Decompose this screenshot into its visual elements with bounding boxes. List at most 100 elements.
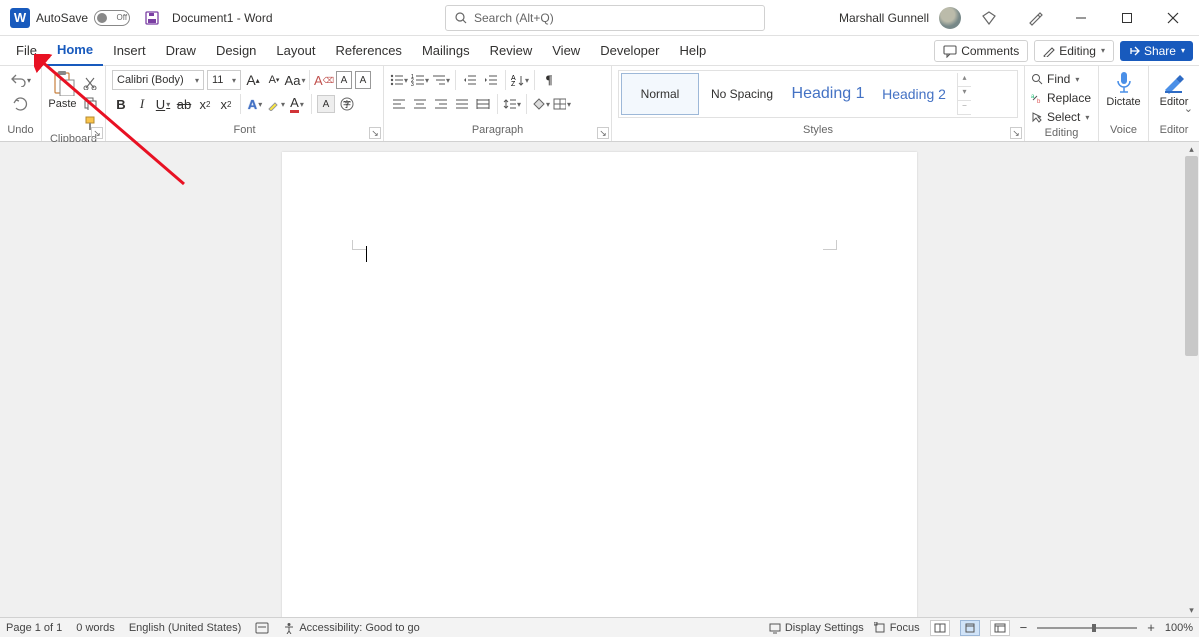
align-left-button[interactable] <box>390 95 408 113</box>
zoom-level[interactable]: 100% <box>1165 622 1193 634</box>
close-button[interactable] <box>1155 3 1191 33</box>
editing-mode-button[interactable]: Editing ▾ <box>1034 40 1114 62</box>
accessibility-status[interactable]: Accessibility: Good to go <box>283 622 419 634</box>
read-mode-button[interactable] <box>930 620 950 636</box>
style-normal[interactable]: Normal <box>621 73 699 115</box>
tab-layout[interactable]: Layout <box>266 36 325 66</box>
style-heading1[interactable]: Heading 1 <box>785 73 871 115</box>
cut-button[interactable] <box>81 74 99 92</box>
highlight-button[interactable]: ▾ <box>267 95 285 113</box>
char-shading-button[interactable]: A <box>317 95 335 113</box>
clipboard-launcher[interactable]: ↘ <box>91 127 103 139</box>
decrease-indent-button[interactable] <box>461 71 479 89</box>
tab-file[interactable]: File <box>6 36 47 66</box>
autosave-toggle[interactable]: Off <box>94 10 130 26</box>
diamond-icon[interactable] <box>971 3 1007 33</box>
subscript-button[interactable]: x2 <box>196 95 214 113</box>
char-border-button[interactable]: A <box>355 71 371 89</box>
web-layout-button[interactable] <box>990 620 1010 636</box>
page[interactable] <box>282 152 917 617</box>
zoom-in-button[interactable]: + <box>1147 620 1155 635</box>
zoom-out-button[interactable]: − <box>1020 620 1028 635</box>
pen-icon[interactable] <box>1017 3 1053 33</box>
italic-button[interactable]: I <box>133 95 151 113</box>
redo-button[interactable] <box>11 94 31 114</box>
tab-home[interactable]: Home <box>47 36 103 66</box>
scroll-down-arrow[interactable]: ▾ <box>1184 603 1199 617</box>
show-marks-button[interactable]: ¶ <box>540 71 558 89</box>
document-area[interactable] <box>0 142 1199 617</box>
print-layout-button[interactable] <box>960 620 980 636</box>
pencil-icon <box>1043 45 1055 57</box>
save-button[interactable] <box>142 8 162 28</box>
font-size-input[interactable]: 11▾ <box>207 70 241 90</box>
tab-view[interactable]: View <box>542 36 590 66</box>
scrollbar-thumb[interactable] <box>1185 156 1198 356</box>
collapse-ribbon-button[interactable]: ⌄ <box>1184 102 1193 115</box>
styles-launcher[interactable]: ↘ <box>1010 127 1022 139</box>
borders-button[interactable]: ▾ <box>553 95 571 113</box>
numbering-button[interactable]: 123▾ <box>411 71 429 89</box>
find-button[interactable]: Find▾ <box>1031 70 1079 88</box>
user-name[interactable]: Marshall Gunnell <box>839 11 929 25</box>
line-spacing-button[interactable]: ▾ <box>503 95 521 113</box>
focus-mode[interactable]: Focus <box>874 622 920 634</box>
underline-button[interactable]: U▾ <box>154 95 172 113</box>
page-count[interactable]: Page 1 of 1 <box>6 622 62 634</box>
language[interactable]: English (United States) <box>129 622 242 634</box>
text-effects-button[interactable]: A▾ <box>246 95 264 113</box>
align-center-button[interactable] <box>411 95 429 113</box>
clear-formatting-button[interactable]: A⌫ <box>315 71 333 89</box>
superscript-button[interactable]: x2 <box>217 95 235 113</box>
search-input[interactable]: Search (Alt+Q) <box>445 5 765 31</box>
dictate-button[interactable]: Dictate <box>1105 70 1142 108</box>
comments-button[interactable]: Comments <box>934 40 1028 62</box>
scroll-up-arrow[interactable]: ▴ <box>1184 142 1199 156</box>
paste-button[interactable]: Paste <box>48 70 77 110</box>
maximize-button[interactable] <box>1109 3 1145 33</box>
increase-indent-button[interactable] <box>482 71 500 89</box>
font-color-button[interactable]: A▾ <box>288 95 306 113</box>
tab-mailings[interactable]: Mailings <box>412 36 480 66</box>
tab-design[interactable]: Design <box>206 36 266 66</box>
tab-references[interactable]: References <box>325 36 411 66</box>
display-settings[interactable]: Display Settings <box>769 622 864 634</box>
style-heading2[interactable]: Heading 2 <box>875 73 953 115</box>
word-count[interactable]: 0 words <box>76 622 115 634</box>
bold-button[interactable]: B <box>112 95 130 113</box>
justify-button[interactable] <box>453 95 471 113</box>
font-launcher[interactable]: ↘ <box>369 127 381 139</box>
tab-insert[interactable]: Insert <box>103 36 156 66</box>
select-button[interactable]: Select▾ <box>1031 108 1089 126</box>
text-predictions-icon[interactable] <box>255 622 269 634</box>
phonetic-guide-button[interactable]: A <box>336 71 352 89</box>
grow-font-button[interactable]: A▴ <box>244 71 262 89</box>
zoom-slider[interactable] <box>1037 627 1137 629</box>
minimize-button[interactable] <box>1063 3 1099 33</box>
style-no-spacing[interactable]: No Spacing <box>703 73 781 115</box>
shading-button[interactable]: ▾ <box>532 95 550 113</box>
tab-help[interactable]: Help <box>669 36 716 66</box>
align-right-button[interactable] <box>432 95 450 113</box>
change-case-button[interactable]: Aa▾ <box>286 71 304 89</box>
tab-draw[interactable]: Draw <box>156 36 206 66</box>
vertical-scrollbar[interactable]: ▴ ▾ <box>1184 142 1199 617</box>
style-gallery-scroll[interactable]: ▴▾⎯ <box>957 73 971 115</box>
strikethrough-button[interactable]: ab <box>175 95 193 113</box>
paragraph-launcher[interactable]: ↘ <box>597 127 609 139</box>
distributed-button[interactable] <box>474 95 492 113</box>
tab-developer[interactable]: Developer <box>590 36 669 66</box>
avatar[interactable] <box>939 7 961 29</box>
copy-button[interactable] <box>81 94 99 112</box>
multilevel-list-button[interactable]: ▾ <box>432 71 450 89</box>
shrink-font-button[interactable]: A▾ <box>265 71 283 89</box>
tab-review[interactable]: Review <box>480 36 543 66</box>
editor-icon <box>1162 70 1186 94</box>
bullets-button[interactable]: ▾ <box>390 71 408 89</box>
replace-button[interactable]: abReplace <box>1031 89 1091 107</box>
share-button[interactable]: Share ▾ <box>1120 41 1193 61</box>
undo-button[interactable]: ▾ <box>10 70 31 90</box>
font-name-input[interactable]: Calibri (Body)▾ <box>112 70 204 90</box>
enclose-chars-button[interactable]: 字 <box>338 95 356 113</box>
sort-button[interactable]: AZ▾ <box>511 71 529 89</box>
